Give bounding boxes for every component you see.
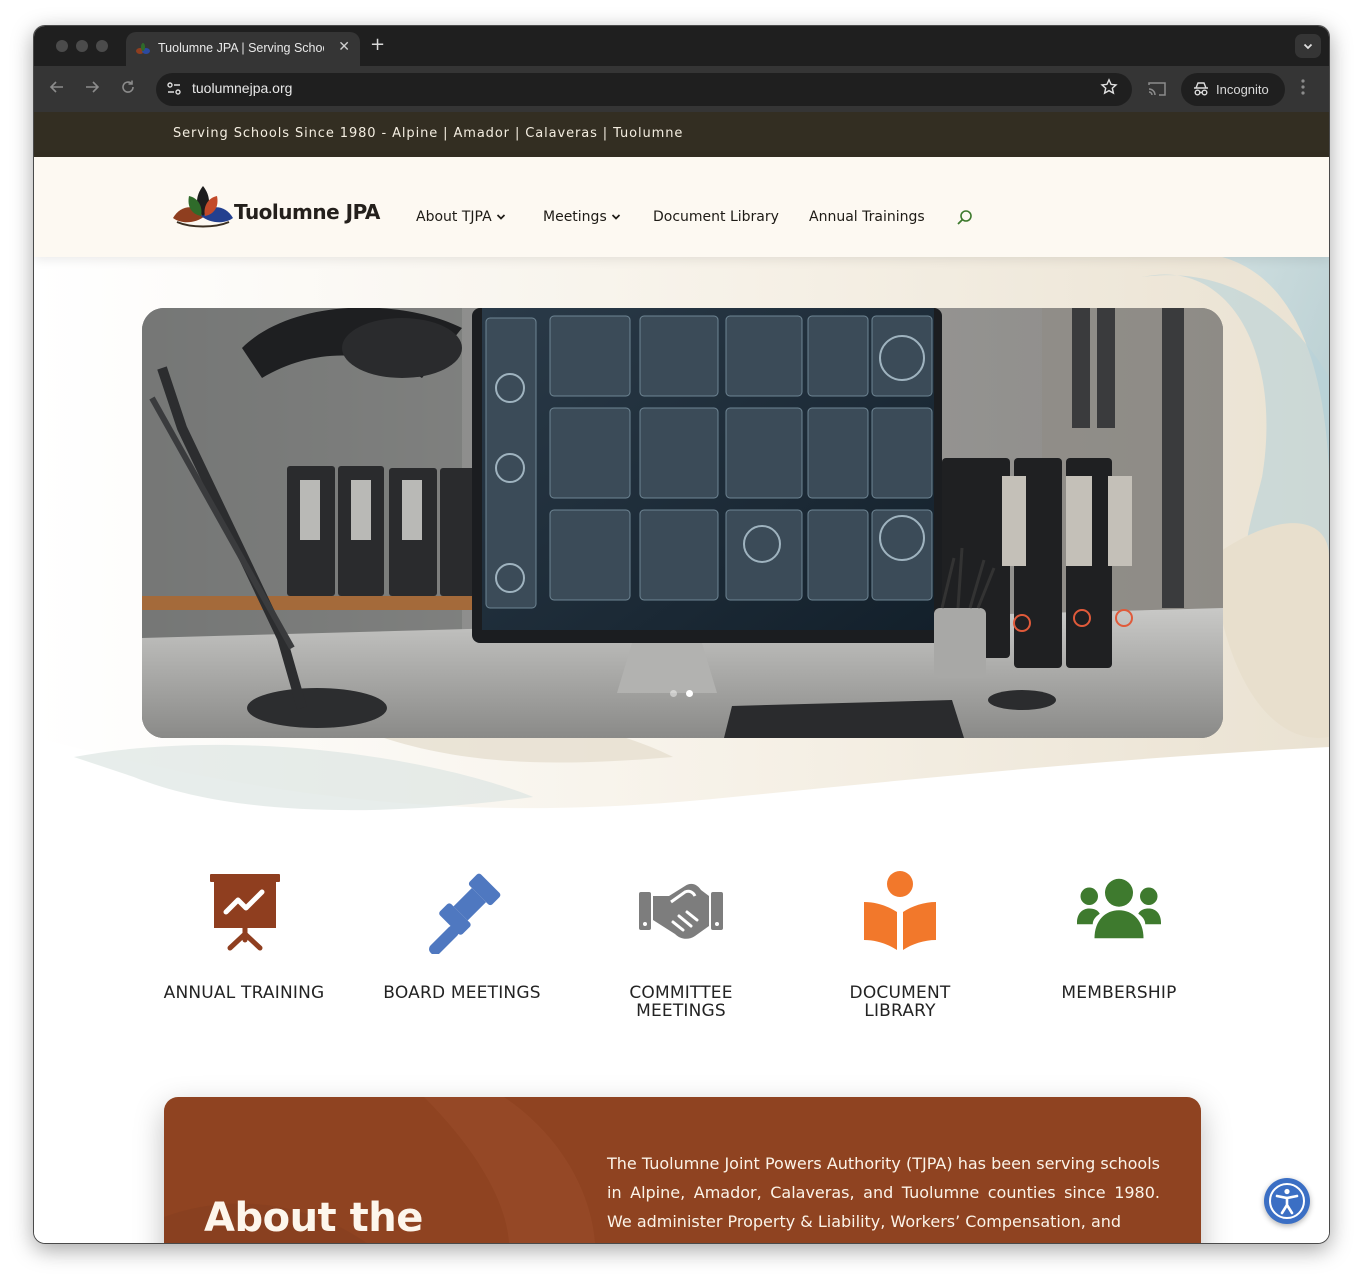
presentation-chart-icon: [210, 874, 280, 951]
chevron-down-icon: [496, 214, 505, 220]
reader-icon: [864, 871, 936, 950]
logo-text: Tuolumne JPA: [234, 200, 380, 224]
tab-strip: Tuolumne JPA | Serving Schools Since 198…: [34, 26, 1329, 66]
nav-document-library[interactable]: Document Library: [653, 209, 779, 225]
feature-annual-training[interactable]: ANNUAL TRAINING: [134, 870, 354, 1002]
accessibility-person-icon: [1269, 1183, 1305, 1219]
nav-about-tjpa[interactable]: About TJPA: [416, 209, 506, 225]
about-title: About the: [204, 1195, 423, 1241]
tab-search-button[interactable]: [1295, 34, 1321, 58]
feature-membership-label: MEMBERSHIP: [1061, 983, 1177, 1003]
incognito-icon: [1194, 82, 1208, 96]
url-text[interactable]: tuolumnejpa.org: [192, 80, 292, 96]
logo-lotus-icon: [173, 186, 233, 228]
bookmark-star-icon[interactable]: [1100, 78, 1118, 96]
nav-meetings[interactable]: Meetings: [543, 209, 621, 225]
minimize-window-button[interactable]: [76, 40, 88, 52]
close-window-button[interactable]: [56, 40, 68, 52]
hero-image-office-computer: [142, 308, 1223, 738]
incognito-label: Incognito: [1216, 82, 1269, 97]
browser-tab-active[interactable]: Tuolumne JPA | Serving Schools Since 198…: [126, 32, 360, 66]
chevron-down-icon: [1303, 43, 1313, 50]
browser-window: Tuolumne JPA | Serving Schools Since 198…: [33, 25, 1330, 1244]
tab-close-icon[interactable]: ✕: [338, 39, 350, 55]
reload-icon[interactable]: [120, 79, 136, 95]
incognito-indicator[interactable]: Incognito: [1181, 73, 1285, 106]
tab-title: Tuolumne JPA | Serving Schools Since 198…: [158, 41, 324, 55]
nav-meetings-label: Meetings: [543, 209, 607, 225]
feature-document-library[interactable]: DOCUMENT LIBRARY: [790, 870, 1010, 1020]
slider-dot-2[interactable]: [686, 690, 693, 697]
slider-dot-1[interactable]: [670, 690, 677, 697]
feature-membership[interactable]: MEMBERSHIP: [1009, 870, 1229, 1002]
site-settings-icon[interactable]: [166, 80, 182, 98]
search-icon[interactable]: [956, 209, 974, 227]
accessibility-button[interactable]: [1264, 1178, 1310, 1224]
site-header: Tuolumne JPA About TJPA Meetings Documen…: [34, 157, 1329, 257]
nav-about-tjpa-label: About TJPA: [416, 209, 492, 225]
feature-board-meetings[interactable]: BOARD MEETINGS: [352, 870, 572, 1002]
about-section: About the The Tuolumne Joint Powers Auth…: [164, 1097, 1201, 1243]
announcement-bar: Serving Schools Since 1980 - Alpine | Am…: [34, 112, 1329, 157]
cast-icon[interactable]: [1147, 79, 1167, 99]
feature-document-library-label: DOCUMENT LIBRARY: [849, 983, 951, 1021]
new-tab-button[interactable]: +: [370, 34, 385, 55]
feature-committee-meetings[interactable]: COMMITTEE MEETINGS: [571, 870, 791, 1020]
site-logo[interactable]: Tuolumne JPA: [171, 184, 381, 228]
browser-menu-icon[interactable]: [1300, 78, 1306, 96]
gavel-icon: [429, 873, 501, 954]
feature-annual-training-label: ANNUAL TRAINING: [163, 983, 325, 1003]
site-favicon-icon: [136, 43, 150, 54]
handshake-icon: [639, 883, 723, 939]
page-viewport: Serving Schools Since 1980 - Alpine | Am…: [34, 112, 1329, 1243]
users-icon: [1077, 878, 1161, 939]
hero-slider[interactable]: [142, 308, 1223, 738]
feature-committee-meetings-label: COMMITTEE MEETINGS: [629, 983, 733, 1021]
browser-toolbar: tuolumnejpa.org Incognito: [34, 66, 1329, 112]
about-paragraph: The Tuolumne Joint Powers Authority (TJP…: [607, 1154, 1160, 1231]
nav-annual-trainings[interactable]: Annual Trainings: [809, 209, 925, 225]
forward-arrow-icon[interactable]: [84, 79, 100, 95]
feature-board-meetings-label: BOARD MEETINGS: [383, 983, 541, 1003]
chevron-down-icon: [611, 214, 620, 220]
announcement-text: Serving Schools Since 1980 - Alpine | Am…: [173, 126, 684, 141]
zoom-window-button[interactable]: [96, 40, 108, 52]
address-bar[interactable]: tuolumnejpa.org: [156, 73, 1132, 106]
back-arrow-icon[interactable]: [49, 79, 65, 95]
